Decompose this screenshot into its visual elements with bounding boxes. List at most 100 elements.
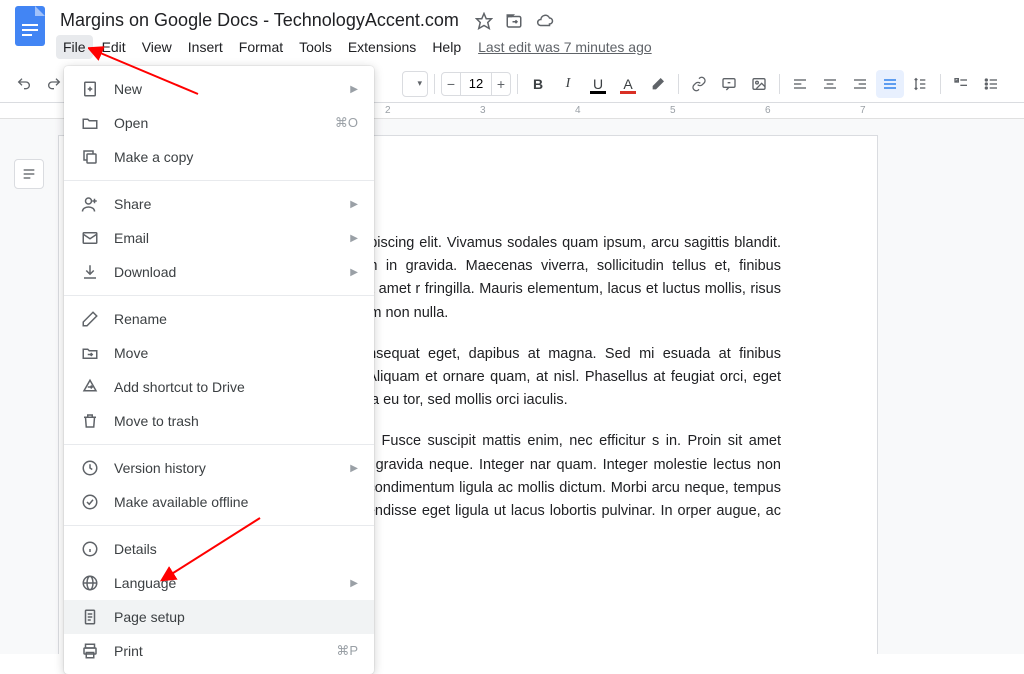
globe-icon [80,573,100,593]
submenu-arrow-icon: ▶ [350,267,358,278]
history-icon [80,458,100,478]
last-edit[interactable]: Last edit was 7 minutes ago [478,39,652,55]
outline-toggle[interactable] [14,159,44,189]
toolbar-separator [678,74,679,94]
menu-item-print[interactable]: Print ⌘P [64,634,374,668]
shortcut: ⌘P [336,643,358,659]
toolbar-separator [434,74,435,94]
person-plus-icon [80,194,100,214]
align-right-button[interactable] [846,70,874,98]
offline-icon [80,492,100,512]
font-size-increase[interactable]: + [491,72,511,96]
menu-item-trash[interactable]: Move to trash [64,404,374,438]
folder-icon [80,113,100,133]
ruler-tick: 4 [575,105,581,116]
menu-separator [64,444,374,445]
menu-item-email[interactable]: Email ▶ [64,221,374,255]
file-plus-icon [80,79,100,99]
underline-button[interactable]: U [584,70,612,98]
bold-button[interactable]: B [524,70,552,98]
ruler-tick: 3 [480,105,486,116]
menubar: File Edit View Insert Format Tools Exten… [56,35,1012,59]
toolbar-separator [940,74,941,94]
menu-item-details[interactable]: Details [64,532,374,566]
menu-label: Language [114,575,176,591]
menu-label: Email [114,230,149,246]
comment-button[interactable] [715,70,743,98]
link-button[interactable] [685,70,713,98]
submenu-arrow-icon: ▶ [350,463,358,474]
menu-view[interactable]: View [135,35,179,59]
font-size-input[interactable] [461,72,491,96]
menu-extensions[interactable]: Extensions [341,35,423,59]
menu-label: Download [114,264,176,280]
menu-insert[interactable]: Insert [181,35,230,59]
email-icon [80,228,100,248]
shortcut: ⌘O [335,115,358,131]
drive-shortcut-icon [80,377,100,397]
menu-item-move[interactable]: Move [64,336,374,370]
menu-label: Add shortcut to Drive [114,379,245,395]
menu-format[interactable]: Format [232,35,290,59]
undo-button[interactable] [10,70,38,98]
move-icon[interactable] [505,12,523,30]
download-icon [80,262,100,282]
toolbar-separator [517,74,518,94]
trash-icon [80,411,100,431]
align-justify-button[interactable] [876,70,904,98]
submenu-arrow-icon: ▶ [350,84,358,95]
page-icon [80,607,100,627]
menu-label: Move [114,345,148,361]
bullet-list-button[interactable] [977,70,1005,98]
star-icon[interactable] [475,12,493,30]
zoom-select[interactable] [402,71,428,97]
menu-separator [64,525,374,526]
align-center-button[interactable] [816,70,844,98]
menu-item-share[interactable]: Share ▶ [64,187,374,221]
menu-item-page-setup[interactable]: Page setup [64,600,374,634]
menu-item-version-history[interactable]: Version history ▶ [64,451,374,485]
folder-move-icon [80,343,100,363]
align-left-button[interactable] [786,70,814,98]
cloud-icon[interactable] [535,12,555,30]
menu-item-download[interactable]: Download ▶ [64,255,374,289]
italic-button[interactable]: I [554,70,582,98]
menu-item-new[interactable]: New ▶ [64,72,374,106]
menu-item-rename[interactable]: Rename [64,302,374,336]
menu-label: Share [114,196,151,212]
menu-tools[interactable]: Tools [292,35,339,59]
menu-label: New [114,81,142,97]
menu-item-open[interactable]: Open ⌘O [64,106,374,140]
checklist-button[interactable] [947,70,975,98]
ruler-tick: 6 [765,105,771,116]
menu-separator [64,295,374,296]
line-spacing-button[interactable] [906,70,934,98]
submenu-arrow-icon: ▶ [350,199,358,210]
highlight-button[interactable] [644,70,672,98]
ruler-tick: 5 [670,105,676,116]
text-color-button[interactable]: A [614,70,642,98]
menu-label: Move to trash [114,413,199,429]
menu-item-language[interactable]: Language ▶ [64,566,374,600]
submenu-arrow-icon: ▶ [350,578,358,589]
menu-item-offline[interactable]: Make available offline [64,485,374,519]
menu-edit[interactable]: Edit [95,35,133,59]
docs-logo[interactable] [12,8,48,44]
menu-label: Print [114,643,143,659]
doc-title[interactable]: Margins on Google Docs - TechnologyAccen… [56,8,463,33]
menu-help[interactable]: Help [425,35,468,59]
pencil-icon [80,309,100,329]
menu-file[interactable]: File [56,35,93,59]
left-rail [0,119,58,654]
print-icon [80,641,100,661]
font-size-control: − + [441,72,511,96]
menu-item-add-shortcut[interactable]: Add shortcut to Drive [64,370,374,404]
menu-label: Rename [114,311,167,327]
ruler-tick: 2 [385,105,391,116]
font-size-decrease[interactable]: − [441,72,461,96]
image-button[interactable] [745,70,773,98]
menu-label: Make available offline [114,494,248,510]
menu-item-make-copy[interactable]: Make a copy [64,140,374,174]
info-icon [80,539,100,559]
toolbar-separator [779,74,780,94]
